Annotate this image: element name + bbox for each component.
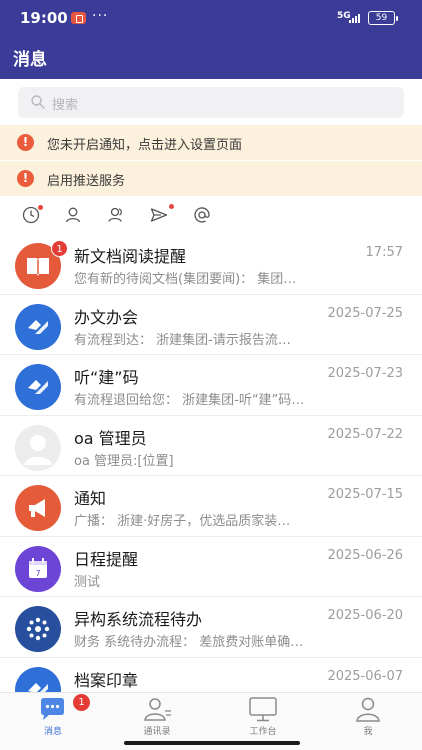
tab-workbench[interactable]: 工作台 (223, 693, 303, 743)
tab-unread-badge: 1 (73, 694, 90, 711)
me-icon (356, 697, 380, 722)
monitor-icon (249, 697, 277, 722)
tab-messages[interactable]: 1 消息 (13, 693, 93, 743)
message-preview: oa 管理员:[位置] (74, 453, 174, 469)
search-input[interactable]: 搜索 (18, 87, 404, 118)
message-row-office[interactable]: 办文办会 2025-07-25 有流程到达： 浙建集团-请示报告流… (0, 295, 422, 355)
filter-bar (0, 197, 422, 234)
message-title: 通知 (74, 489, 107, 508)
message-time: 2025-07-25 (327, 305, 403, 321)
message-title: 异构系统流程待办 (74, 610, 203, 629)
workflow-icon (15, 303, 61, 350)
app-header: 19:00 ··· 5G 59 消息 (0, 0, 422, 79)
message-preview: 广播： 浙建·好房子，优选品质家装… (74, 514, 291, 529)
search-section: 搜索 (0, 79, 422, 125)
message-time: 2025-07-22 (327, 426, 403, 442)
message-row-heterogeneous[interactable]: 异构系统流程待办 2025-06-20 财务 系统待办流程： 差旅费对账单确… (0, 597, 422, 658)
unread-dot (169, 204, 174, 209)
chat-icon (41, 698, 64, 720)
battery-icon: 59 (368, 11, 398, 25)
message-preview: 测试 (74, 574, 101, 590)
notice-text: 启用推送服务 (47, 174, 126, 189)
user-avatar-icon (15, 424, 61, 471)
message-preview: 财务 系统待办流程： 差旅费对账单确… (74, 635, 304, 650)
more-status-icon: ··· (92, 8, 109, 24)
unread-dot (38, 205, 43, 210)
push-service-banner[interactable]: ! 启用推送服务 (0, 161, 422, 196)
tab-label: 消息 (43, 727, 62, 737)
calendar-icon: 7 (15, 545, 61, 592)
megaphone-icon (15, 485, 61, 531)
workflow-icon (15, 364, 61, 410)
contacts-icon[interactable] (106, 205, 126, 225)
workflow-icon (15, 666, 61, 692)
at-icon[interactable] (192, 205, 212, 225)
message-preview: 有流程退回给您： 浙建集团-听“建”码… (74, 393, 305, 408)
contacts-tab-icon (144, 698, 171, 721)
message-time: 2025-06-07 (327, 668, 403, 684)
message-preview: 您有新的待阅文档(集团要闻)： 集团… (74, 272, 297, 287)
message-time: 2025-07-15 (327, 487, 403, 502)
screen-record-icon (71, 12, 86, 24)
message-preview: 有流程到达： 浙建集团-请示报告流… (74, 332, 291, 348)
tab-label: 我 (363, 727, 373, 737)
status-time: 19:00 (20, 9, 68, 27)
svg-text:7: 7 (35, 569, 40, 578)
tab-me[interactable]: 我 (328, 693, 408, 743)
message-title: 档案印章 (74, 670, 139, 690)
message-row-document[interactable]: 1 新文档阅读提醒 17:57 您有新的待阅文档(集团要闻)： 集团… (0, 234, 422, 295)
tab-label: 工作台 (249, 727, 277, 737)
search-placeholder: 搜索 (52, 98, 79, 113)
message-title: 新文档阅读提醒 (74, 247, 187, 266)
message-row-schedule[interactable]: 7 日程提醒 2025-06-26 测试 (0, 537, 422, 597)
home-indicator (124, 741, 300, 745)
network-icon (15, 606, 61, 652)
message-time: 2025-06-26 (327, 547, 403, 563)
tab-contacts[interactable]: 通讯录 (117, 693, 197, 743)
warning-icon: ! (17, 170, 34, 187)
message-row-code[interactable]: 听“建”码 2025-07-23 有流程退回给您： 浙建集团-听“建”码… (0, 355, 422, 416)
signal-icon (349, 13, 363, 23)
tab-label: 通讯录 (143, 727, 171, 737)
notification-settings-banner[interactable]: ! 您未开启通知，点击进入设置页面 (0, 125, 422, 160)
message-list: 1 新文档阅读提醒 17:57 您有新的待阅文档(集团要闻)： 集团… 办文办会… (0, 234, 422, 692)
page-title: 消息 (13, 50, 47, 70)
warning-icon: ! (17, 134, 34, 151)
notice-text: 您未开启通知，点击进入设置页面 (47, 138, 243, 153)
message-row-admin[interactable]: oa 管理员 2025-07-22 oa 管理员:[位置] (0, 416, 422, 476)
message-row-archive[interactable]: 档案印章 2025-06-07 (0, 658, 422, 692)
search-icon (31, 95, 45, 109)
message-title: 听“建”码 (74, 368, 139, 387)
status-bar: 19:00 ··· 5G 59 (0, 0, 422, 36)
person-icon[interactable] (63, 205, 83, 225)
message-time: 17:57 (365, 245, 403, 260)
message-title: 办文办会 (74, 307, 139, 327)
message-time: 2025-06-20 (327, 608, 403, 623)
message-time: 2025-07-23 (327, 366, 403, 381)
message-title: 日程提醒 (74, 549, 139, 569)
message-title: oa 管理员 (74, 428, 147, 448)
message-row-notice[interactable]: 通知 2025-07-15 广播： 浙建·好房子，优选品质家装… (0, 476, 422, 537)
send-icon[interactable] (149, 205, 169, 225)
unread-badge: 1 (51, 240, 68, 257)
